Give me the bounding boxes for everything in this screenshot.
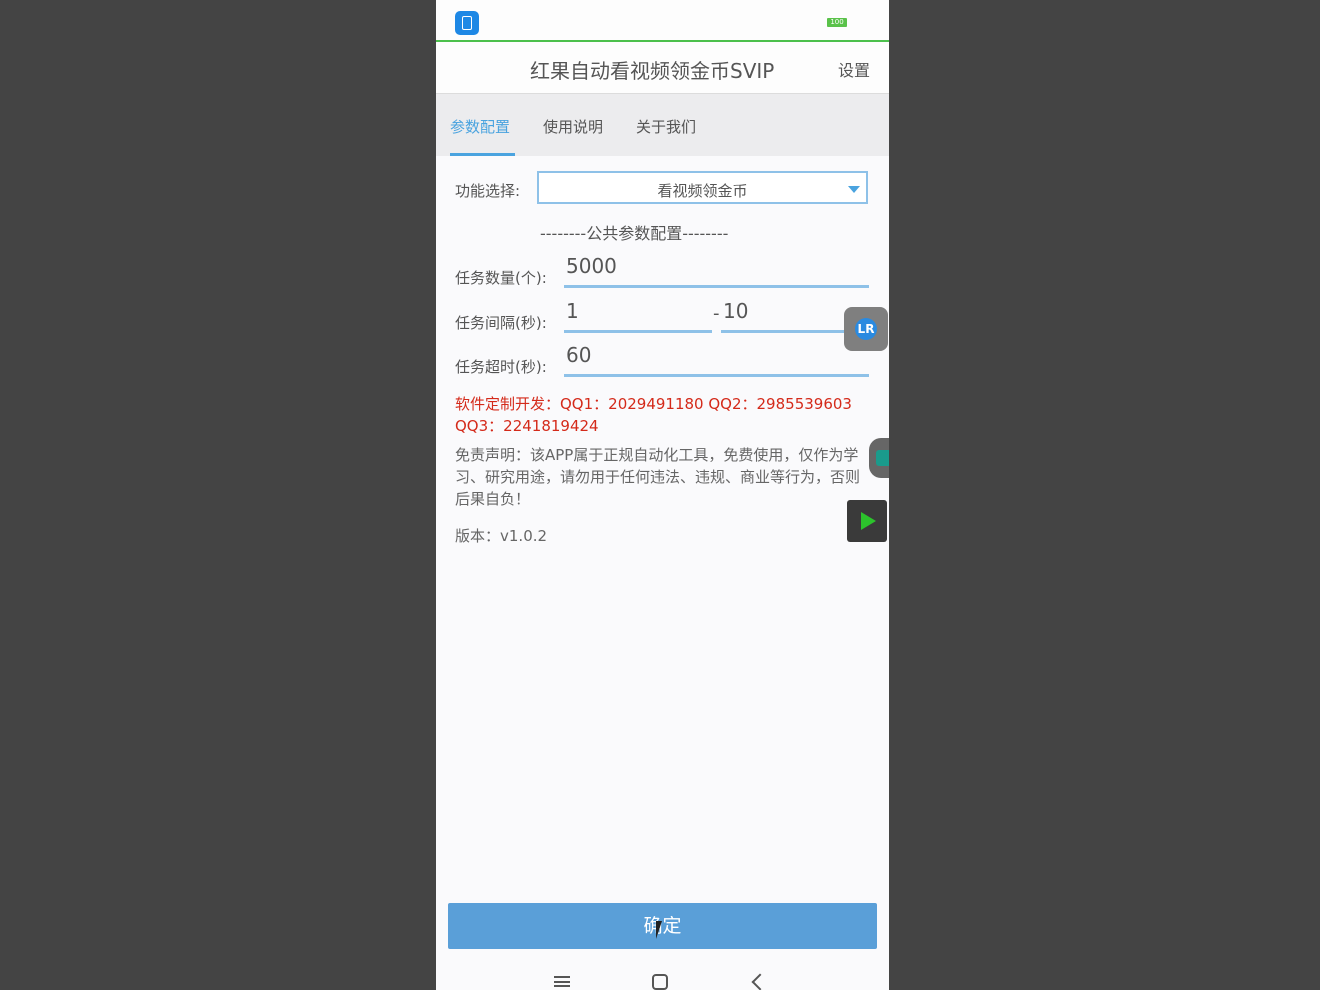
tab-about[interactable]: 关于我们	[636, 116, 696, 137]
params-panel: 功能选择: 看视频领金币 --------公共参数配置-------- 任务数量…	[436, 156, 889, 990]
interval-dash: -	[713, 303, 720, 324]
page-title: 红果自动看视频领金币SVIP	[530, 59, 775, 83]
task-count-input[interactable]: 5000	[564, 254, 869, 288]
settings-button[interactable]: 设置	[838, 57, 870, 81]
floating-play-button[interactable]	[847, 500, 887, 542]
app-notification-icon	[455, 11, 479, 35]
function-select-value: 看视频领金币	[657, 182, 748, 200]
disclaimer-text: 免责声明：该APP属于正规自动化工具，免费使用，仅作为学习、研究用途，请勿用于任…	[455, 446, 861, 508]
status-bar: 100	[436, 0, 889, 42]
section-title: --------公共参数配置--------	[540, 224, 729, 243]
function-select[interactable]: 看视频领金币	[537, 171, 868, 204]
interval-min-value: 1	[566, 299, 579, 323]
timeout-input[interactable]: 60	[564, 343, 869, 377]
menu-icon[interactable]	[554, 976, 570, 987]
dropdown-arrow-icon	[848, 186, 860, 193]
task-count-value: 5000	[566, 254, 617, 278]
title-bar: 红果自动看视频领金币SVIP 设置	[436, 42, 889, 94]
tab-params[interactable]: 参数配置	[450, 116, 510, 137]
battery-icon: 100	[827, 18, 847, 27]
interval-min-input[interactable]: 1	[564, 299, 712, 333]
play-icon	[861, 512, 876, 530]
phone-screen: 100 红果自动看视频领金币SVIP 设置 参数配置 使用说明 关于我们 功能选…	[436, 0, 889, 990]
task-count-label: 任务数量(个):	[455, 269, 547, 287]
tab-bar: 参数配置 使用说明 关于我们	[436, 94, 889, 156]
interval-label: 任务间隔(秒):	[455, 314, 547, 332]
system-nav-bar	[436, 960, 889, 990]
side-tab-icon	[876, 450, 889, 466]
floating-lr-button[interactable]: LR	[844, 307, 888, 351]
interval-max-input[interactable]: 10	[721, 299, 846, 333]
function-label: 功能选择:	[455, 182, 521, 200]
timeout-label: 任务超时(秒):	[455, 358, 547, 376]
interval-max-value: 10	[723, 299, 749, 323]
timeout-value: 60	[566, 343, 592, 367]
home-icon[interactable]	[652, 974, 668, 990]
back-icon[interactable]	[751, 973, 769, 990]
developer-contact: 软件定制开发：QQ1：2029491180 QQ2：2985539603 QQ3…	[455, 395, 852, 435]
tab-instructions[interactable]: 使用说明	[543, 116, 603, 137]
lr-logo-icon: LR	[855, 318, 877, 340]
version-text: 版本：v1.0.2	[455, 527, 548, 545]
floating-side-tab[interactable]	[869, 438, 889, 478]
